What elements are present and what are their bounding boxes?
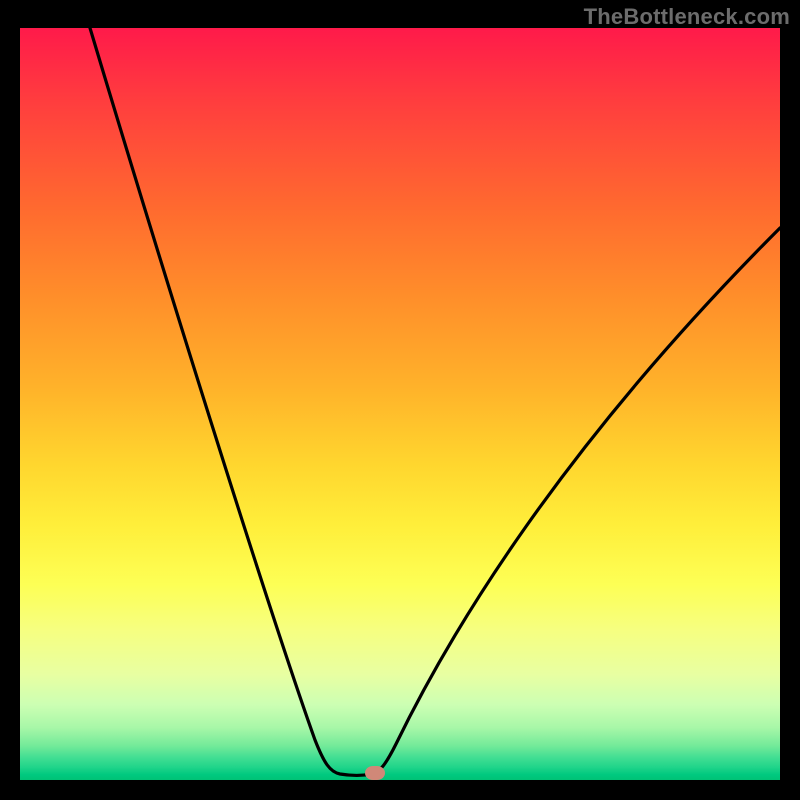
bottleneck-curve: [20, 28, 780, 780]
plot-area: [20, 28, 780, 780]
watermark-text: TheBottleneck.com: [584, 4, 790, 30]
chart-frame: TheBottleneck.com: [0, 0, 800, 800]
current-config-marker: [365, 766, 385, 780]
curve-path: [90, 28, 780, 776]
